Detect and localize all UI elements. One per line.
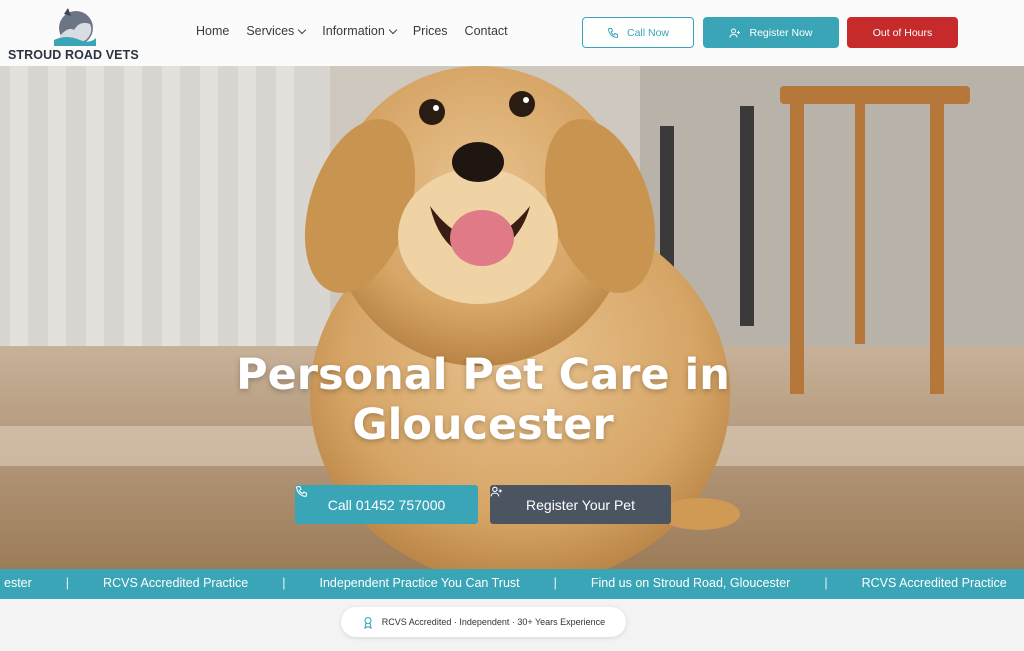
ticker-item: Independent Practice You Can Trust	[319, 576, 520, 590]
hero-title: Personal Pet Care in Gloucester	[0, 350, 966, 450]
nav-contact-label: Contact	[464, 24, 508, 38]
nav-home[interactable]: Home	[196, 24, 229, 38]
badge-text: RCVS Accredited · Independent · 30+ Year…	[381, 617, 606, 627]
ticker-separator: |	[65, 576, 70, 590]
ticker-separator: |	[553, 576, 557, 590]
nav-services-label: Services	[246, 24, 295, 38]
chevron-down-icon	[298, 25, 307, 34]
out-of-hours-button[interactable]: Out of Hours	[847, 17, 958, 48]
register-now-label: Register Now	[749, 26, 813, 39]
nav-home-label: Home	[196, 24, 230, 38]
nav-information-label: Information	[322, 24, 385, 38]
register-now-button[interactable]: Register Now	[703, 17, 839, 48]
logo-text: STROUD ROAD VETS	[8, 48, 139, 62]
ticker-track: ester | RCVS Accredited Practice | Indep…	[0, 576, 1024, 590]
nav-services[interactable]: Services	[246, 24, 307, 38]
ticker-separator: |	[824, 576, 828, 590]
dog-cat-logo-icon	[54, 8, 96, 46]
info-ticker: ester | RCVS Accredited Practice | Indep…	[0, 569, 1024, 599]
ticker-item: RCVS Accredited Practice	[861, 576, 1007, 590]
ticker-separator: |	[282, 576, 286, 590]
phone-icon	[607, 27, 618, 38]
ticker-item: ester	[4, 576, 32, 590]
call-now-button[interactable]: Call Now	[582, 17, 694, 48]
hero-title-line1: Personal Pet Care in	[236, 350, 730, 400]
call-now-label: Call Now	[626, 26, 669, 39]
chevron-down-icon	[388, 25, 398, 34]
accreditation-badge: RCVS Accredited · Independent · 30+ Year…	[341, 607, 626, 637]
site-logo[interactable]: STROUD ROAD VETS	[8, 4, 139, 62]
ticker-item: RCVS Accredited Practice	[103, 576, 249, 590]
user-plus-icon	[490, 486, 502, 497]
nav-prices[interactable]: Prices	[413, 24, 448, 38]
site-header: STROUD ROAD VETS Home Services Informati…	[0, 0, 1024, 66]
hero-section: Personal Pet Care in Gloucester Call 014…	[0, 66, 1024, 569]
hero-register-button[interactable]: Register Your Pet	[490, 485, 671, 524]
award-icon	[364, 616, 372, 629]
nav-information[interactable]: Information	[322, 24, 398, 38]
hero-title-line2: Gloucester	[352, 400, 614, 450]
main-nav: Home Services Information Prices Contact	[196, 24, 525, 38]
user-plus-icon	[729, 28, 741, 38]
ticker-item: Find us on Stroud Road, Gloucester	[590, 576, 791, 590]
nav-contact[interactable]: Contact	[465, 24, 508, 38]
hero-call-label: Call 01452 757000	[327, 496, 446, 513]
hero-register-label: Register Your Pet	[526, 496, 635, 513]
hero-call-button[interactable]: Call 01452 757000	[295, 485, 478, 524]
nav-prices-label: Prices	[412, 24, 448, 38]
phone-icon	[296, 486, 307, 497]
out-of-hours-label: Out of Hours	[872, 26, 933, 39]
